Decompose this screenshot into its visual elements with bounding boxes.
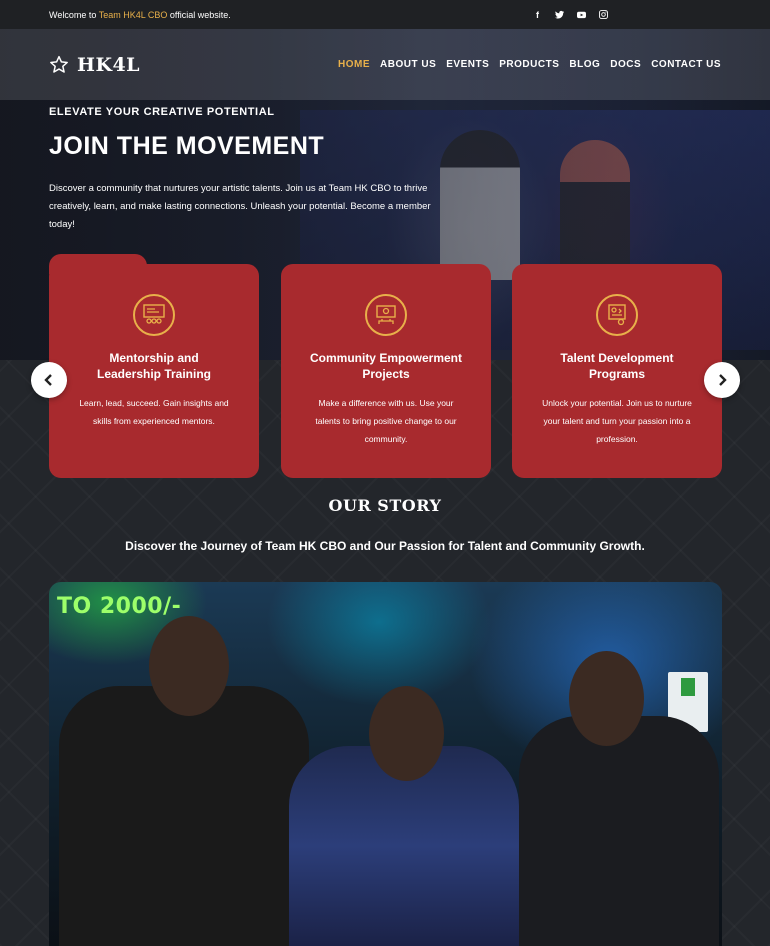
chevron-left-icon <box>44 374 52 386</box>
site-logo[interactable]: HK4L <box>49 54 140 76</box>
nav-item-products[interactable]: PRODUCTS <box>499 59 559 70</box>
hero-lead-text: Discover a community that nurtures your … <box>49 183 431 230</box>
mentorship-icon <box>133 294 175 336</box>
welcome-text: Welcome to Team HK4L CBO official websit… <box>49 9 231 20</box>
nav-menu: HOME ABOUT US EVENTS PRODUCTS BLOG DOCS … <box>338 59 721 70</box>
story-title: OUR STORY <box>328 496 442 515</box>
community-icon <box>365 294 407 336</box>
photo-person-right <box>519 651 719 946</box>
talent-icon <box>596 294 638 336</box>
photo-promo-text: TO 2000/- <box>57 594 182 619</box>
card-title: Community Empowerment Projects <box>309 351 462 381</box>
twitter-icon[interactable] <box>555 10 564 19</box>
top-bar: Welcome to Team HK4L CBO official websit… <box>0 0 770 29</box>
star-icon <box>50 55 68 73</box>
hero-kicker: ELEVATE YOUR CREATIVE POTENTIAL <box>49 106 275 118</box>
facebook-icon[interactable]: f <box>533 10 542 20</box>
card-description: Make a difference with us. Use your tale… <box>315 398 457 444</box>
story-subtitle: Discover the Journey of Team HK CBO and … <box>125 539 645 553</box>
card-description: Learn, lead, succeed. Gain insights and … <box>79 398 229 426</box>
carousel-prev-button[interactable] <box>31 362 67 398</box>
nav-item-contact-us[interactable]: CONTACT US <box>651 59 721 70</box>
card-tab <box>49 254 147 274</box>
card-description: Unlock your potential. Join us to nurtur… <box>542 398 692 444</box>
instagram-icon[interactable] <box>599 10 608 19</box>
feature-card-community[interactable]: Community Empowerment Projects Make a di… <box>281 264 491 478</box>
youtube-icon[interactable] <box>577 10 586 19</box>
nav-item-about-us[interactable]: ABOUT US <box>380 59 436 70</box>
nav-item-events[interactable]: EVENTS <box>446 59 489 70</box>
main-navbar: HK4L HOME ABOUT US EVENTS PRODUCTS BLOG … <box>0 29 770 100</box>
photo-person-center <box>289 686 519 946</box>
nav-item-home[interactable]: HOME <box>338 59 370 70</box>
welcome-link[interactable]: Team HK4L CBO <box>99 10 168 20</box>
photo-person-left <box>59 616 309 946</box>
social-links: f <box>533 10 608 20</box>
carousel-next-button[interactable] <box>704 362 740 398</box>
card-title: Talent Development Programs <box>560 351 674 381</box>
nav-item-docs[interactable]: DOCS <box>610 59 641 70</box>
feature-card-mentorship[interactable]: Mentorship and Leadership Training Learn… <box>49 254 259 478</box>
hero-headline: JOIN THE MOVEMENT <box>49 132 325 160</box>
feature-card-talent[interactable]: Talent Development Programs Unlock your … <box>512 264 722 478</box>
story-photo: TO 2000/- <box>49 582 722 946</box>
brand-name: HK4L <box>77 53 141 76</box>
card-title: Mentorship and Leadership Training <box>96 351 212 381</box>
nav-item-blog[interactable]: BLOG <box>569 59 600 70</box>
chevron-right-icon <box>719 374 727 386</box>
